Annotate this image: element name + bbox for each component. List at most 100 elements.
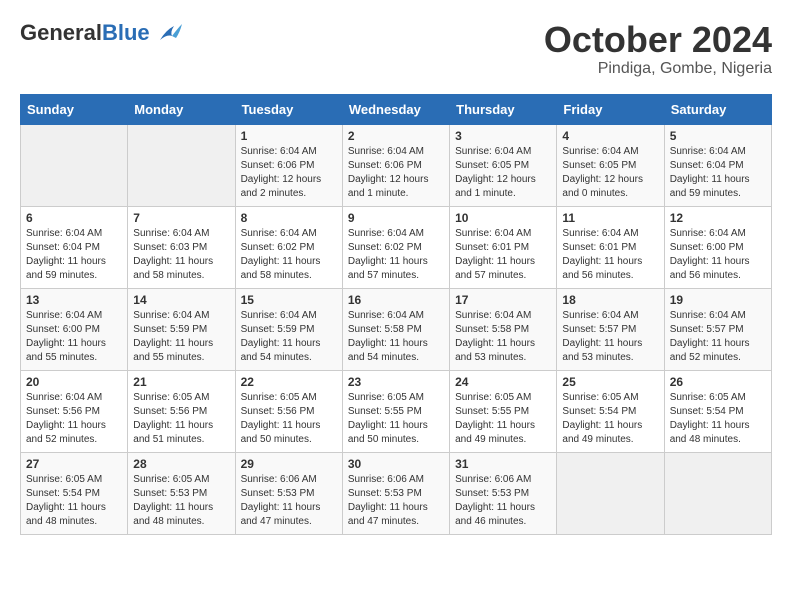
day-info: Sunrise: 6:04 AMSunset: 5:58 PMDaylight:…	[455, 309, 551, 365]
day-header-thursday: Thursday	[450, 94, 557, 124]
day-number: 19	[670, 293, 766, 307]
title-section: October 2024 Pindiga, Gombe, Nigeria	[544, 20, 772, 78]
day-number: 21	[133, 375, 229, 389]
location: Pindiga, Gombe, Nigeria	[544, 60, 772, 78]
day-number: 13	[26, 293, 122, 307]
calendar-cell: 7 Sunrise: 6:04 AMSunset: 6:03 PMDaylight…	[128, 206, 235, 288]
day-number: 22	[241, 375, 337, 389]
day-info: Sunrise: 6:04 AMSunset: 6:00 PMDaylight:…	[26, 309, 122, 365]
day-number: 24	[455, 375, 551, 389]
day-number: 3	[455, 129, 551, 143]
day-number: 9	[348, 211, 444, 225]
logo-general: General	[20, 20, 102, 45]
calendar-cell: 17 Sunrise: 6:04 AMSunset: 5:58 PMDayligh…	[450, 288, 557, 370]
day-info: Sunrise: 6:05 AMSunset: 5:56 PMDaylight:…	[241, 391, 337, 447]
calendar-cell: 27Sunrise: 6:05 AMSunset: 5:54 PMDayligh…	[21, 452, 128, 534]
day-number: 18	[562, 293, 658, 307]
calendar-cell	[21, 124, 128, 206]
calendar-cell: 29Sunrise: 6:06 AMSunset: 5:53 PMDayligh…	[235, 452, 342, 534]
calendar-cell: 9Sunrise: 6:04 AMSunset: 6:02 PMDaylight…	[342, 206, 449, 288]
page-header: GeneralBlue October 2024 Pindiga, Gombe,…	[20, 20, 772, 78]
logo-text: GeneralBlue	[20, 20, 150, 46]
day-info: Sunrise: 6:05 AMSunset: 5:55 PMDaylight:…	[455, 391, 551, 447]
calendar-cell: 26Sunrise: 6:05 AMSunset: 5:54 PMDayligh…	[664, 370, 771, 452]
day-number: 15	[241, 293, 337, 307]
day-info: Sunrise: 6:04 AMSunset: 6:05 PMDaylight:…	[455, 145, 551, 201]
day-number: 31	[455, 457, 551, 471]
day-number: 10	[455, 211, 551, 225]
calendar-cell: 22 Sunrise: 6:05 AMSunset: 5:56 PMDayligh…	[235, 370, 342, 452]
calendar-cell: 2 Sunrise: 6:04 AMSunset: 6:06 PMDaylight…	[342, 124, 449, 206]
calendar-cell: 8 Sunrise: 6:04 AMSunset: 6:02 PMDaylight…	[235, 206, 342, 288]
calendar-cell: 1 Sunrise: 6:04 AMSunset: 6:06 PMDaylight…	[235, 124, 342, 206]
day-info: Sunrise: 6:06 AMSunset: 5:53 PMDaylight:…	[348, 473, 444, 529]
day-info: Sunrise: 6:05 AMSunset: 5:55 PMDaylight:…	[348, 391, 444, 447]
calendar-cell: 24 Sunrise: 6:05 AMSunset: 5:55 PMDayligh…	[450, 370, 557, 452]
day-number: 23	[348, 375, 444, 389]
day-number: 17	[455, 293, 551, 307]
calendar-cell: 5Sunrise: 6:04 AMSunset: 6:04 PMDaylight…	[664, 124, 771, 206]
day-info: Sunrise: 6:04 AMSunset: 6:01 PMDaylight:…	[455, 227, 551, 283]
calendar-cell: 11 Sunrise: 6:04 AMSunset: 6:01 PMDayligh…	[557, 206, 664, 288]
calendar-cell: 25Sunrise: 6:05 AMSunset: 5:54 PMDayligh…	[557, 370, 664, 452]
day-info: Sunrise: 6:06 AMSunset: 5:53 PMDaylight:…	[455, 473, 551, 529]
day-number: 30	[348, 457, 444, 471]
calendar-cell: 14Sunrise: 6:04 AMSunset: 5:59 PMDayligh…	[128, 288, 235, 370]
day-number: 5	[670, 129, 766, 143]
day-number: 11	[562, 211, 658, 225]
day-info: Sunrise: 6:05 AMSunset: 5:53 PMDaylight:…	[133, 473, 229, 529]
day-number: 28	[133, 457, 229, 471]
day-info: Sunrise: 6:04 AMSunset: 5:59 PMDaylight:…	[241, 309, 337, 365]
calendar-cell: 21 Sunrise: 6:05 AMSunset: 5:56 PMDayligh…	[128, 370, 235, 452]
calendar-cell: 4Sunrise: 6:04 AMSunset: 6:05 PMDaylight…	[557, 124, 664, 206]
week-row-1: 1 Sunrise: 6:04 AMSunset: 6:06 PMDaylight…	[21, 124, 772, 206]
day-info: Sunrise: 6:04 AMSunset: 5:57 PMDaylight:…	[670, 309, 766, 365]
day-header-wednesday: Wednesday	[342, 94, 449, 124]
day-info: Sunrise: 6:05 AMSunset: 5:54 PMDaylight:…	[26, 473, 122, 529]
day-number: 20	[26, 375, 122, 389]
day-info: Sunrise: 6:04 AMSunset: 5:56 PMDaylight:…	[26, 391, 122, 447]
day-number: 7	[133, 211, 229, 225]
day-info: Sunrise: 6:04 AMSunset: 6:05 PMDaylight:…	[562, 145, 658, 201]
calendar-cell: 3 Sunrise: 6:04 AMSunset: 6:05 PMDaylight…	[450, 124, 557, 206]
calendar-cell: 10 Sunrise: 6:04 AMSunset: 6:01 PMDayligh…	[450, 206, 557, 288]
calendar-cell: 20 Sunrise: 6:04 AMSunset: 5:56 PMDayligh…	[21, 370, 128, 452]
week-row-2: 6 Sunrise: 6:04 AMSunset: 6:04 PMDaylight…	[21, 206, 772, 288]
day-number: 6	[26, 211, 122, 225]
day-info: Sunrise: 6:05 AMSunset: 5:56 PMDaylight:…	[133, 391, 229, 447]
calendar-cell: 28 Sunrise: 6:05 AMSunset: 5:53 PMDayligh…	[128, 452, 235, 534]
day-number: 14	[133, 293, 229, 307]
calendar-header-row: SundayMondayTuesdayWednesdayThursdayFrid…	[21, 94, 772, 124]
day-info: Sunrise: 6:05 AMSunset: 5:54 PMDaylight:…	[670, 391, 766, 447]
calendar-cell: 18Sunrise: 6:04 AMSunset: 5:57 PMDayligh…	[557, 288, 664, 370]
day-info: Sunrise: 6:04 AMSunset: 6:03 PMDaylight:…	[133, 227, 229, 283]
day-number: 8	[241, 211, 337, 225]
logo-blue: Blue	[102, 20, 150, 45]
day-info: Sunrise: 6:06 AMSunset: 5:53 PMDaylight:…	[241, 473, 337, 529]
calendar-cell	[557, 452, 664, 534]
day-number: 16	[348, 293, 444, 307]
calendar-cell: 16Sunrise: 6:04 AMSunset: 5:58 PMDayligh…	[342, 288, 449, 370]
week-row-5: 27Sunrise: 6:05 AMSunset: 5:54 PMDayligh…	[21, 452, 772, 534]
calendar-cell	[128, 124, 235, 206]
calendar-cell: 19 Sunrise: 6:04 AMSunset: 5:57 PMDayligh…	[664, 288, 771, 370]
calendar-cell	[664, 452, 771, 534]
day-info: Sunrise: 6:04 AMSunset: 6:06 PMDaylight:…	[348, 145, 444, 201]
day-number: 1	[241, 129, 337, 143]
calendar-cell: 23 Sunrise: 6:05 AMSunset: 5:55 PMDayligh…	[342, 370, 449, 452]
day-header-monday: Monday	[128, 94, 235, 124]
logo: GeneralBlue	[20, 20, 182, 46]
month-title: October 2024	[544, 20, 772, 60]
calendar-cell: 13 Sunrise: 6:04 AMSunset: 6:00 PMDayligh…	[21, 288, 128, 370]
calendar-cell: 6 Sunrise: 6:04 AMSunset: 6:04 PMDaylight…	[21, 206, 128, 288]
day-info: Sunrise: 6:04 AMSunset: 6:02 PMDaylight:…	[241, 227, 337, 283]
day-info: Sunrise: 6:04 AMSunset: 6:06 PMDaylight:…	[241, 145, 337, 201]
day-info: Sunrise: 6:04 AMSunset: 6:01 PMDaylight:…	[562, 227, 658, 283]
calendar-table: SundayMondayTuesdayWednesdayThursdayFrid…	[20, 94, 772, 535]
calendar-cell: 12Sunrise: 6:04 AMSunset: 6:00 PMDayligh…	[664, 206, 771, 288]
day-info: Sunrise: 6:04 AMSunset: 6:04 PMDaylight:…	[26, 227, 122, 283]
week-row-4: 20 Sunrise: 6:04 AMSunset: 5:56 PMDayligh…	[21, 370, 772, 452]
day-header-saturday: Saturday	[664, 94, 771, 124]
day-number: 2	[348, 129, 444, 143]
week-row-3: 13 Sunrise: 6:04 AMSunset: 6:00 PMDayligh…	[21, 288, 772, 370]
